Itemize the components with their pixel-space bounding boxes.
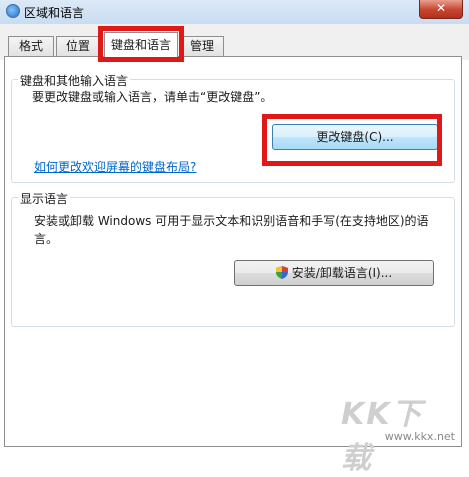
watermark: KK下载 www.kkx.net bbox=[341, 389, 461, 476]
window-title: 区域和语言 bbox=[24, 6, 85, 20]
tab-keyboard-language[interactable]: 键盘和语言 bbox=[104, 32, 178, 58]
display-language-description-line1: 安装或卸载 Windows 可用于显示文本和识别语音和手写(在支持地区)的语 bbox=[34, 214, 429, 228]
keyboard-layout-help-link[interactable]: 如何更改欢迎屏幕的键盘布局? bbox=[34, 158, 196, 176]
change-keyboard-button[interactable]: 更改键盘(C)... bbox=[272, 124, 438, 150]
tab-format[interactable]: 格式 bbox=[8, 36, 54, 56]
region-globe-icon bbox=[6, 4, 20, 18]
title-bar: 区域和语言 ✕ bbox=[0, 0, 469, 25]
display-language-group: 显示语言 安装或卸载 Windows 可用于显示文本和识别语音和手写(在支持地区… bbox=[11, 190, 455, 327]
display-language-group-title: 显示语言 bbox=[18, 190, 71, 207]
display-language-description-line2: 言。 bbox=[34, 232, 59, 246]
tab-administrative[interactable]: 管理 bbox=[180, 36, 224, 56]
install-languages-label: 安装/卸载语言(I)... bbox=[291, 266, 393, 280]
tab-location[interactable]: 位置 bbox=[56, 36, 100, 56]
keyboard-group: 键盘和其他输入语言 要更改键盘或输入语言，请单击“更改键盘”。 更改键盘(C).… bbox=[11, 72, 455, 183]
uac-shield-icon bbox=[275, 266, 288, 279]
keyboard-description: 要更改键盘或输入语言，请单击“更改键盘”。 bbox=[32, 90, 273, 104]
tab-strip: 格式 位置 键盘和语言 管理 bbox=[0, 24, 469, 60]
close-button[interactable]: ✕ bbox=[419, 0, 463, 19]
install-uninstall-languages-button[interactable]: 安装/卸载语言(I)... bbox=[234, 260, 434, 286]
keyboard-group-title: 键盘和其他输入语言 bbox=[18, 72, 131, 89]
watermark-url: www.kkx.net bbox=[384, 430, 455, 443]
